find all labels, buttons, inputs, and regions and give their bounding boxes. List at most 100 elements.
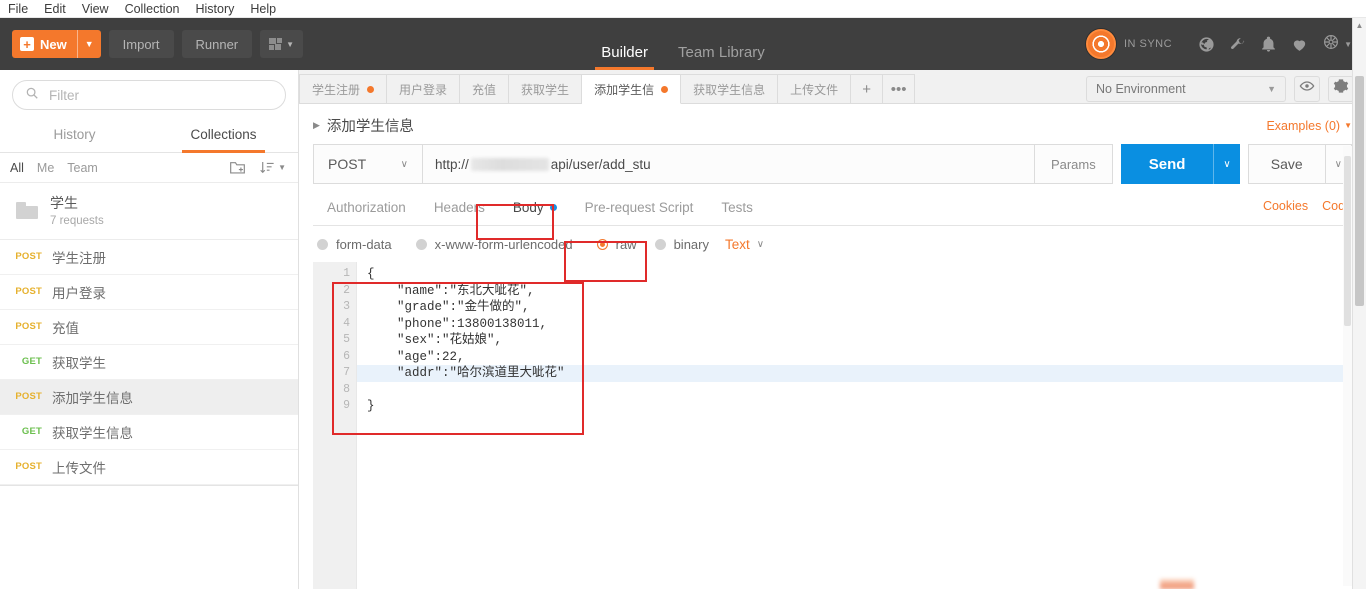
request-tab-label: 获取学生 <box>521 82 570 97</box>
chevron-down-icon: ▼ <box>1267 83 1276 94</box>
menu-item-edit[interactable]: Edit <box>44 2 66 16</box>
request-tab[interactable]: 学生注册 <box>299 74 388 103</box>
menu-item-collection[interactable]: Collection <box>125 2 180 16</box>
tab-body[interactable]: Body <box>499 194 571 225</box>
layout-toggle-button[interactable]: ▼ <box>260 30 304 58</box>
chevron-down-icon: ▼ <box>286 39 295 49</box>
list-item-selected[interactable]: POST 添加学生信息 <box>0 379 298 415</box>
cookie-code-links: Cookies Code <box>1263 199 1352 221</box>
list-item[interactable]: POST 上传文件 <box>0 450 298 485</box>
list-item[interactable]: GET 获取学生信息 <box>0 415 298 450</box>
sidebar-tab-collections[interactable]: Collections <box>149 118 298 153</box>
menu-item-view[interactable]: View <box>82 2 109 16</box>
tab-builder[interactable]: Builder <box>595 44 654 70</box>
request-tab[interactable]: 充值 <box>460 74 510 103</box>
add-tab-button[interactable]: + <box>851 74 884 103</box>
code-area[interactable]: { "name":"东北大呲花", "grade":"金牛做的", "phone… <box>357 262 1366 589</box>
params-button[interactable]: Params <box>1034 144 1113 184</box>
body-area: History Collections All Me Team ▼ <box>0 70 1366 589</box>
body-type-raw[interactable]: raw <box>596 237 637 252</box>
menu-item-history[interactable]: History <box>195 2 234 16</box>
list-item[interactable]: GET 获取学生 <box>0 345 298 380</box>
examples-label: Examples (0) <box>1266 118 1341 133</box>
tab-team-library[interactable]: Team Library <box>678 44 765 70</box>
new-button-label: New <box>40 36 67 52</box>
raw-body-editor[interactable]: 1 2 3 4 5 6 7 8 9 { "name":"东北大呲花", "gra… <box>313 262 1366 589</box>
folder-icon <box>16 201 38 219</box>
globe-icon[interactable] <box>1198 36 1215 53</box>
url-input[interactable]: http:// api/user/add_stu <box>423 144 1035 184</box>
send-options-caret[interactable]: ∨ <box>1213 144 1239 184</box>
tab-label: Authorization <box>327 200 406 215</box>
request-name: 用户登录 <box>52 285 106 301</box>
list-item[interactable]: POST 用户登录 <box>0 275 298 310</box>
app-header: + New ▼ Import Runner ▼ Builder Team Lib… <box>0 18 1366 70</box>
request-tab[interactable]: 用户登录 <box>387 74 461 103</box>
request-tab-label: 学生注册 <box>312 82 361 97</box>
request-name: 获取学生信息 <box>52 425 133 441</box>
request-tabbar: 学生注册 用户登录 充值 获取学生 添加学生信 获取学生信息 上传文件 + ••… <box>299 70 1366 104</box>
url-row: POST ∨ http:// api/user/add_stu Params S… <box>299 144 1366 184</box>
new-button-caret[interactable]: ▼ <box>76 30 101 58</box>
sidebar-empty-space <box>0 484 298 486</box>
scope-me[interactable]: Me <box>37 161 54 175</box>
window-scrollbar-thumb[interactable] <box>1355 76 1364 306</box>
tab-label: Pre-request Script <box>584 200 694 215</box>
sync-status[interactable]: IN SYNC <box>1085 29 1172 59</box>
raw-format-select[interactable]: Text ∨ <box>725 237 764 252</box>
scroll-up-arrow-icon[interactable]: ▲ <box>1353 18 1366 32</box>
body-present-dot-icon <box>549 204 557 211</box>
scope-all[interactable]: All <box>10 161 24 175</box>
request-tab[interactable]: 获取学生 <box>509 74 583 103</box>
main-panel: 学生注册 用户登录 充值 获取学生 添加学生信 获取学生信息 上传文件 + ••… <box>299 70 1366 589</box>
manage-environments-button[interactable] <box>1328 75 1354 102</box>
chevron-down-icon: ∨ <box>400 158 408 170</box>
import-button[interactable]: Import <box>108 30 174 58</box>
wrench-icon[interactable] <box>1229 36 1246 53</box>
gear-icon <box>1322 33 1340 56</box>
panel-scrollbar[interactable] <box>1343 146 1352 586</box>
tab-options-button[interactable]: ••• <box>883 74 916 103</box>
new-button[interactable]: + New ▼ <box>12 30 101 58</box>
sidebar-tab-history[interactable]: History <box>0 118 149 152</box>
new-folder-icon[interactable] <box>229 160 246 175</box>
send-button[interactable]: Send ∨ <box>1120 144 1240 184</box>
body-type-urlencoded[interactable]: x-www-form-urlencoded <box>415 237 573 252</box>
panel-scrollbar-thumb[interactable] <box>1344 156 1351 326</box>
tab-pre-request-script[interactable]: Pre-request Script <box>571 194 708 225</box>
scope-team[interactable]: Team <box>67 161 98 175</box>
runner-button[interactable]: Runner <box>181 30 253 58</box>
heart-icon[interactable] <box>1291 36 1308 53</box>
search-box[interactable] <box>12 80 286 110</box>
chevron-down-icon: ▼ <box>278 163 286 172</box>
menu-item-file[interactable]: File <box>8 2 28 16</box>
settings-menu[interactable]: ▼ <box>1322 33 1352 56</box>
request-tab-active[interactable]: 添加学生信 <box>582 74 682 104</box>
sort-icon[interactable]: ▼ <box>259 160 286 175</box>
bell-icon[interactable] <box>1260 36 1277 53</box>
cookies-link[interactable]: Cookies <box>1263 199 1308 213</box>
request-tab[interactable]: 上传文件 <box>778 74 852 103</box>
tab-tests[interactable]: Tests <box>707 194 767 225</box>
tab-headers[interactable]: Headers <box>420 194 499 225</box>
collection-header[interactable]: 学生 7 requests <box>0 183 298 240</box>
examples-dropdown[interactable]: Examples (0) ▼ <box>1266 119 1352 133</box>
sidebar: History Collections All Me Team ▼ <box>0 70 299 589</box>
environment-quick-look-button[interactable] <box>1294 75 1320 102</box>
save-button[interactable]: Save ∨ <box>1247 144 1352 184</box>
request-method: GET <box>21 356 42 368</box>
search-input[interactable] <box>47 86 273 104</box>
body-type-binary[interactable]: binary <box>654 237 709 252</box>
menu-item-help[interactable]: Help <box>250 2 276 16</box>
window-scrollbar[interactable]: ▲ <box>1352 18 1366 589</box>
environment-select[interactable]: No Environment ▼ <box>1086 75 1286 102</box>
expand-caret-icon[interactable]: ▶ <box>313 120 320 131</box>
postman-orbit-icon <box>1085 29 1116 59</box>
request-tab[interactable]: 获取学生信息 <box>681 74 779 103</box>
request-list: POST 学生注册 POST 用户登录 POST 充值 GET 获取学生 POS… <box>0 240 298 589</box>
method-select[interactable]: POST ∨ <box>313 144 423 184</box>
list-item[interactable]: POST 充值 <box>0 310 298 345</box>
body-type-form-data[interactable]: form-data <box>317 237 392 252</box>
tab-authorization[interactable]: Authorization <box>313 194 420 225</box>
list-item[interactable]: POST 学生注册 <box>0 240 298 275</box>
